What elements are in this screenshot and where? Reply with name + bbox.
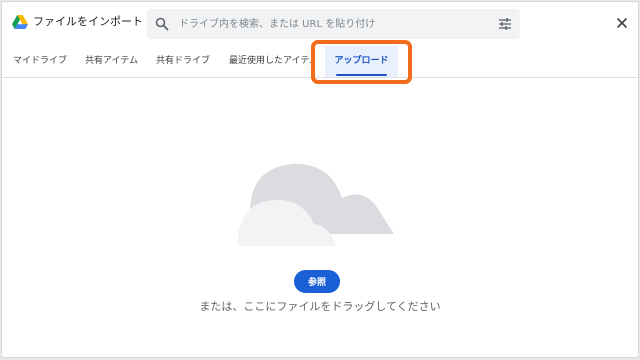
tab-shared-with-me[interactable]: 共有アイテム	[85, 46, 147, 77]
cloud-icon	[238, 163, 394, 246]
search-icon[interactable]	[155, 17, 169, 31]
filter-options-icon[interactable]	[498, 17, 512, 31]
search-bar[interactable]	[147, 9, 520, 39]
search-input[interactable]	[179, 9, 479, 39]
tab-my-drive[interactable]: マイドライブ	[13, 46, 75, 77]
tab-recent[interactable]: 最近使用したアイテム	[229, 46, 315, 77]
dialog-title: ファイルをインポート	[33, 15, 143, 28]
upload-tab-highlight	[311, 40, 412, 84]
browse-button[interactable]: 参照	[294, 270, 340, 293]
tab-shared-drives[interactable]: 共有ドライブ	[156, 46, 218, 77]
close-icon[interactable]	[616, 17, 628, 29]
import-file-dialog: ファイルをインポート マイドライブ 共有アイテム 共有ドライブ 最近	[1, 1, 639, 358]
google-drive-logo-icon	[12, 15, 28, 29]
drag-drop-hint: または、ここにファイルをドラッグしてください	[199, 300, 441, 313]
